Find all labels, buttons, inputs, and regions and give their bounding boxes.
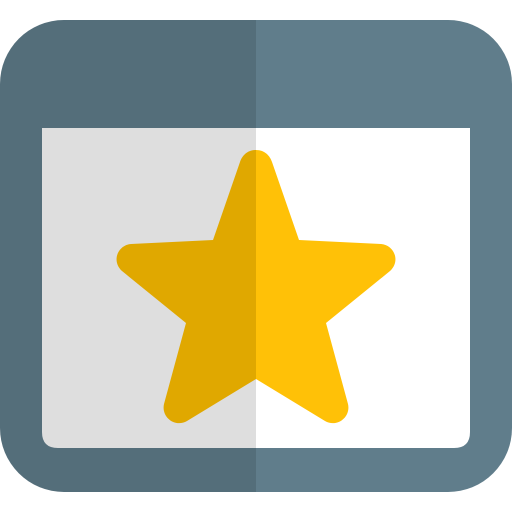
favorite-page-icon: [0, 0, 512, 512]
browser-window-star-icon: [0, 20, 512, 492]
